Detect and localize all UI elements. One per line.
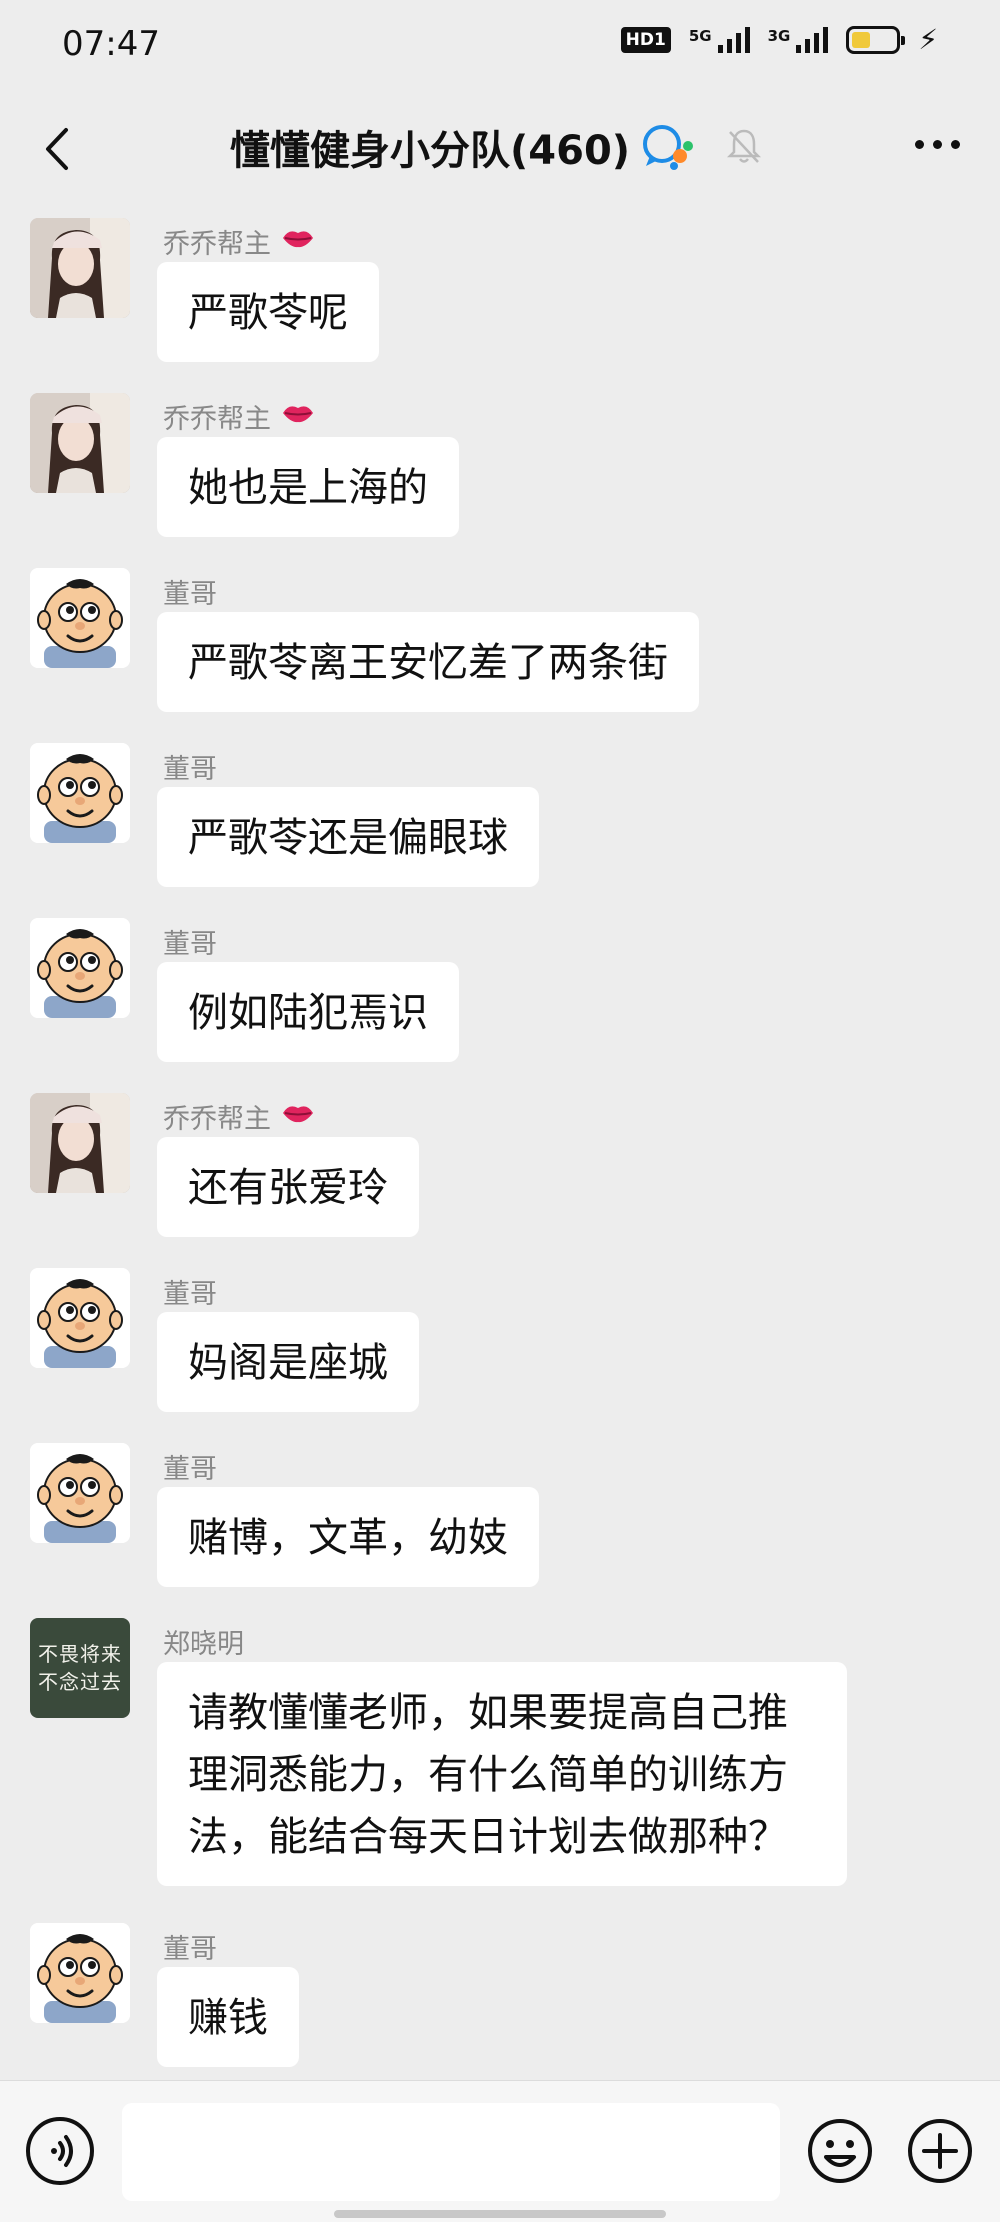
avatar-text-line: 不念过去 — [38, 1670, 122, 1694]
hd-voice-icon: HD1 — [620, 27, 671, 53]
sender-name-text: 乔乔帮主 — [163, 229, 271, 260]
status-icons: HD1 5G 3G ⚡ — [620, 23, 938, 56]
message-bubble[interactable]: 例如陆犯焉识 — [157, 962, 459, 1062]
chat-header: 懂懂健身小分队(460) — [0, 90, 1000, 210]
input-bar — [0, 2080, 1000, 2222]
message-bubble[interactable]: 严歌苓还是偏眼球 — [157, 787, 539, 887]
sender-name: 郑晓明 — [163, 1622, 244, 1661]
charging-bolt-icon: ⚡ — [918, 23, 938, 56]
sender-name-text: 董哥 — [163, 754, 217, 785]
sender-name-text: 董哥 — [163, 1934, 217, 1965]
message-bubble[interactable]: 赚钱 — [157, 1967, 299, 2067]
message-bubble[interactable]: 请教懂懂老师，如果要提高自己推理洞悉能力，有什么简单的训练方法，能结合每天日计划… — [157, 1662, 847, 1886]
message-bubble[interactable]: 赌博，文革，幼妓 — [157, 1487, 539, 1587]
message-bubble[interactable]: 她也是上海的 — [157, 437, 459, 537]
sender-avatar[interactable] — [30, 918, 130, 1018]
status-bar: 07:47 HD1 5G 3G ⚡ — [0, 0, 1000, 90]
lips-emoji-icon — [281, 226, 315, 257]
sender-name-text: 董哥 — [163, 579, 217, 610]
avatar-text-line: 不畏将来 — [38, 1642, 122, 1666]
sender-name-text: 董哥 — [163, 1279, 217, 1310]
voice-input-button[interactable] — [26, 2117, 94, 2185]
sender-avatar[interactable]: 不畏将来 不念过去 — [30, 1618, 130, 1718]
sender-name: 董哥 — [163, 572, 217, 611]
voice-icon — [51, 2135, 73, 2167]
message-bubble[interactable]: 还有张爱玲 — [157, 1137, 419, 1237]
sender-avatar[interactable] — [30, 218, 130, 318]
sender-name-text: 董哥 — [163, 929, 217, 960]
message-bubble[interactable]: 严歌苓离王安忆差了两条街 — [157, 612, 699, 712]
sender-avatar[interactable] — [30, 1443, 130, 1543]
sender-avatar[interactable] — [30, 568, 130, 668]
back-arrow-icon[interactable] — [34, 124, 84, 174]
sender-avatar[interactable] — [30, 743, 130, 843]
status-time: 07:47 — [62, 24, 160, 64]
emoji-button[interactable] — [806, 2117, 874, 2185]
message-bubble[interactable]: 严歌苓呢 — [157, 262, 379, 362]
sender-name: 董哥 — [163, 747, 217, 786]
message-bubble[interactable]: 妈阁是座城 — [157, 1312, 419, 1412]
chat-title-group: 懂懂健身小分队(460) — [230, 118, 696, 176]
sender-name: 董哥 — [163, 1927, 217, 1966]
sender-name-text: 乔乔帮主 — [163, 1104, 271, 1135]
sender-name: 乔乔帮主 — [163, 222, 315, 261]
mute-bell-icon — [726, 129, 762, 163]
signal-3g-icon: 3G — [768, 27, 829, 53]
sender-name-text: 郑晓明 — [163, 1629, 244, 1660]
sender-name: 董哥 — [163, 1447, 217, 1486]
message-input[interactable] — [122, 2103, 780, 2201]
sender-name: 董哥 — [163, 922, 217, 961]
more-actions-plus-button[interactable] — [906, 2117, 974, 2185]
sender-name-text: 乔乔帮主 — [163, 404, 271, 435]
sender-name: 董哥 — [163, 1272, 217, 1311]
sender-name: 乔乔帮主 — [163, 1097, 315, 1136]
sender-name-text: 董哥 — [163, 1454, 217, 1485]
sender-name: 乔乔帮主 — [163, 397, 315, 436]
lips-emoji-icon — [281, 401, 315, 432]
more-options-icon[interactable] — [915, 130, 960, 159]
chat-title: 懂懂健身小分队(460) — [230, 128, 631, 174]
sender-avatar[interactable] — [30, 1268, 130, 1368]
group-chat-icon[interactable] — [640, 122, 696, 172]
lips-emoji-icon — [281, 1101, 315, 1132]
signal-5g-icon: 5G — [689, 27, 750, 53]
battery-icon — [846, 26, 906, 54]
sender-avatar[interactable] — [30, 393, 130, 493]
sender-avatar[interactable] — [30, 1093, 130, 1193]
home-indicator — [334, 2210, 666, 2218]
sender-avatar[interactable] — [30, 1923, 130, 2023]
